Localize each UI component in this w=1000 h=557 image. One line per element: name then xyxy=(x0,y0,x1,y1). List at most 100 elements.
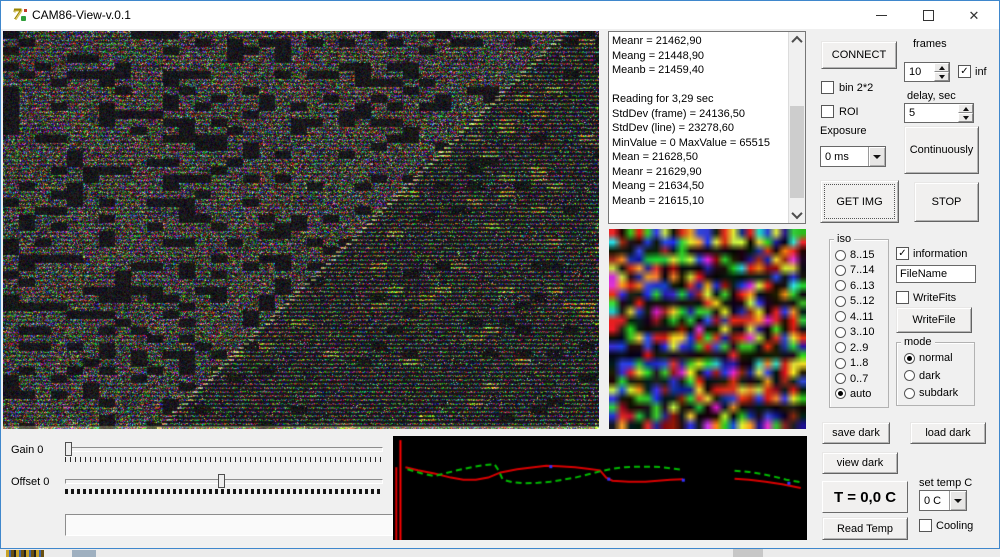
radio-icon xyxy=(835,249,846,261)
set-temp-drop-button[interactable] xyxy=(949,491,966,510)
radio-icon xyxy=(835,357,846,369)
iso-option-3-10[interactable]: 3..10 xyxy=(835,326,886,338)
desktop-strip xyxy=(0,549,1000,557)
progress-bar xyxy=(65,514,393,536)
delay-up-button[interactable] xyxy=(958,104,973,113)
log-line: Meang = 21448,90 xyxy=(612,49,705,62)
app-icon: 7 xyxy=(11,7,27,23)
scrollbar-thumb[interactable] xyxy=(790,106,804,198)
continuously-button[interactable]: Continuously xyxy=(904,126,979,174)
frames-down-button[interactable] xyxy=(934,72,949,81)
writefits-checkbox[interactable] xyxy=(896,291,909,304)
minimize-icon xyxy=(875,14,887,16)
inf-checkbox[interactable] xyxy=(958,65,971,78)
iso-option-2-9[interactable]: 2..9 xyxy=(835,342,886,354)
iso-option-auto[interactable]: auto xyxy=(835,388,886,400)
log-line: Meanb = 21615,10 xyxy=(612,194,705,207)
delay-spinner[interactable]: 5 xyxy=(904,103,974,123)
offset-slider-track[interactable] xyxy=(65,474,383,488)
radio-icon xyxy=(835,280,846,292)
close-button[interactable]: ✕ xyxy=(952,1,996,29)
pixel-preview-image xyxy=(609,229,806,429)
bin2x2-checkbox[interactable] xyxy=(821,81,834,94)
titlebar[interactable]: 7 CAM86-View-v.0.1 ✕ xyxy=(1,1,999,29)
scroll-down-icon xyxy=(791,207,803,220)
exposure-dropdown[interactable]: 0 ms xyxy=(820,146,886,167)
frames-value: 10 xyxy=(909,66,922,78)
window-title: CAM86-View-v.0.1 xyxy=(32,8,131,22)
load-dark-button[interactable]: load dark xyxy=(910,422,986,444)
frames-spinner[interactable]: 10 xyxy=(904,62,950,82)
dropdown-arrow-icon xyxy=(954,498,962,503)
minimize-button[interactable] xyxy=(859,1,903,29)
profile-graph xyxy=(393,436,807,540)
cooling-checkbox[interactable] xyxy=(919,519,932,532)
mode-option-dark[interactable]: dark xyxy=(904,370,972,382)
mode-option-normal[interactable]: normal xyxy=(904,352,972,364)
iso-option-5-12[interactable]: 5..12 xyxy=(835,295,886,307)
information-checkbox[interactable] xyxy=(896,247,909,260)
exposure-value: 0 ms xyxy=(825,150,849,163)
view-dark-button[interactable]: view dark xyxy=(822,452,898,474)
taskbar-fragment xyxy=(72,550,96,557)
log-line: Meanr = 21629,90 xyxy=(612,165,702,178)
radio-icon xyxy=(835,326,846,338)
delay-down-button[interactable] xyxy=(958,113,973,122)
offset-slider-thumb[interactable] xyxy=(217,474,225,488)
dropdown-arrow-icon xyxy=(873,154,881,159)
stop-button[interactable]: STOP xyxy=(914,182,979,222)
filename-field[interactable]: FileName xyxy=(896,265,976,283)
close-icon: ✕ xyxy=(968,7,980,23)
maximize-button[interactable] xyxy=(906,1,950,29)
log-line: MinValue = 0 MaxValue = 65515 xyxy=(612,136,770,149)
log-line: Mean = 21628,50 xyxy=(612,151,698,163)
temperature-display: T = 0,0 C xyxy=(822,481,908,513)
offset-label: Offset 0 xyxy=(11,476,50,488)
log-line: StdDev (frame) = 24136,50 xyxy=(612,107,745,120)
radio-icon xyxy=(835,373,846,384)
iso-group-label: iso xyxy=(834,233,855,245)
roi-checkbox[interactable] xyxy=(821,105,834,118)
log-output[interactable]: Meanr = 21462,90 Meang = 21448,90 Meanb … xyxy=(608,31,806,224)
save-dark-button[interactable]: save dark xyxy=(822,422,890,444)
iso-option-6-13[interactable]: 6..13 xyxy=(835,280,886,292)
sensor-image[interactable] xyxy=(3,31,599,429)
log-scrollbar[interactable] xyxy=(788,32,805,223)
radio-icon xyxy=(835,264,846,276)
mode-option-subdark[interactable]: subdark xyxy=(904,387,972,399)
iso-option-1-8[interactable]: 1..8 xyxy=(835,357,886,369)
exposure-drop-button[interactable] xyxy=(868,147,885,166)
read-temp-button[interactable]: Read Temp xyxy=(822,517,908,540)
radio-icon xyxy=(904,370,915,381)
window-frame: 7 CAM86-View-v.0.1 ✕ Meanr = 21462,90 Me… xyxy=(0,0,1000,549)
log-line: Meanr = 21462,90 xyxy=(612,35,702,47)
gain-label: Gain 0 xyxy=(11,444,44,456)
application-window: 7 CAM86-View-v.0.1 ✕ Meanr = 21462,90 Me… xyxy=(0,0,1000,557)
up-arrow-icon xyxy=(938,65,945,70)
down-arrow-icon xyxy=(938,74,945,79)
gain-slider-thumb[interactable] xyxy=(64,442,72,456)
gain-slider-track[interactable] xyxy=(64,442,383,456)
iso-option-4-11[interactable]: 4..11 xyxy=(835,311,886,323)
connect-button[interactable]: CONNECT xyxy=(821,41,897,69)
radio-icon xyxy=(904,387,915,399)
set-temp-value: 0 C xyxy=(924,494,942,507)
scroll-up-button[interactable] xyxy=(789,32,805,48)
up-arrow-icon xyxy=(962,106,969,111)
scroll-down-button[interactable] xyxy=(789,207,805,223)
set-temp-dropdown[interactable]: 0 C xyxy=(919,490,967,511)
iso-option-8-15[interactable]: 8..15 xyxy=(835,249,886,261)
scroll-up-icon xyxy=(791,35,803,48)
writefile-button[interactable]: WriteFile xyxy=(896,307,972,333)
exposure-label: Exposure xyxy=(820,125,867,137)
iso-option-0-7[interactable]: 0..7 xyxy=(835,373,886,385)
frames-up-button[interactable] xyxy=(934,63,949,72)
maximize-icon xyxy=(922,9,934,21)
taskbar-icon-fragment xyxy=(6,550,44,557)
radio-icon xyxy=(904,352,915,364)
mode-groupbox: mode normal dark subdark xyxy=(896,336,975,406)
get-img-button[interactable]: GET IMG xyxy=(820,180,899,223)
radio-icon xyxy=(835,388,846,400)
iso-option-7-14[interactable]: 7..14 xyxy=(835,264,886,276)
